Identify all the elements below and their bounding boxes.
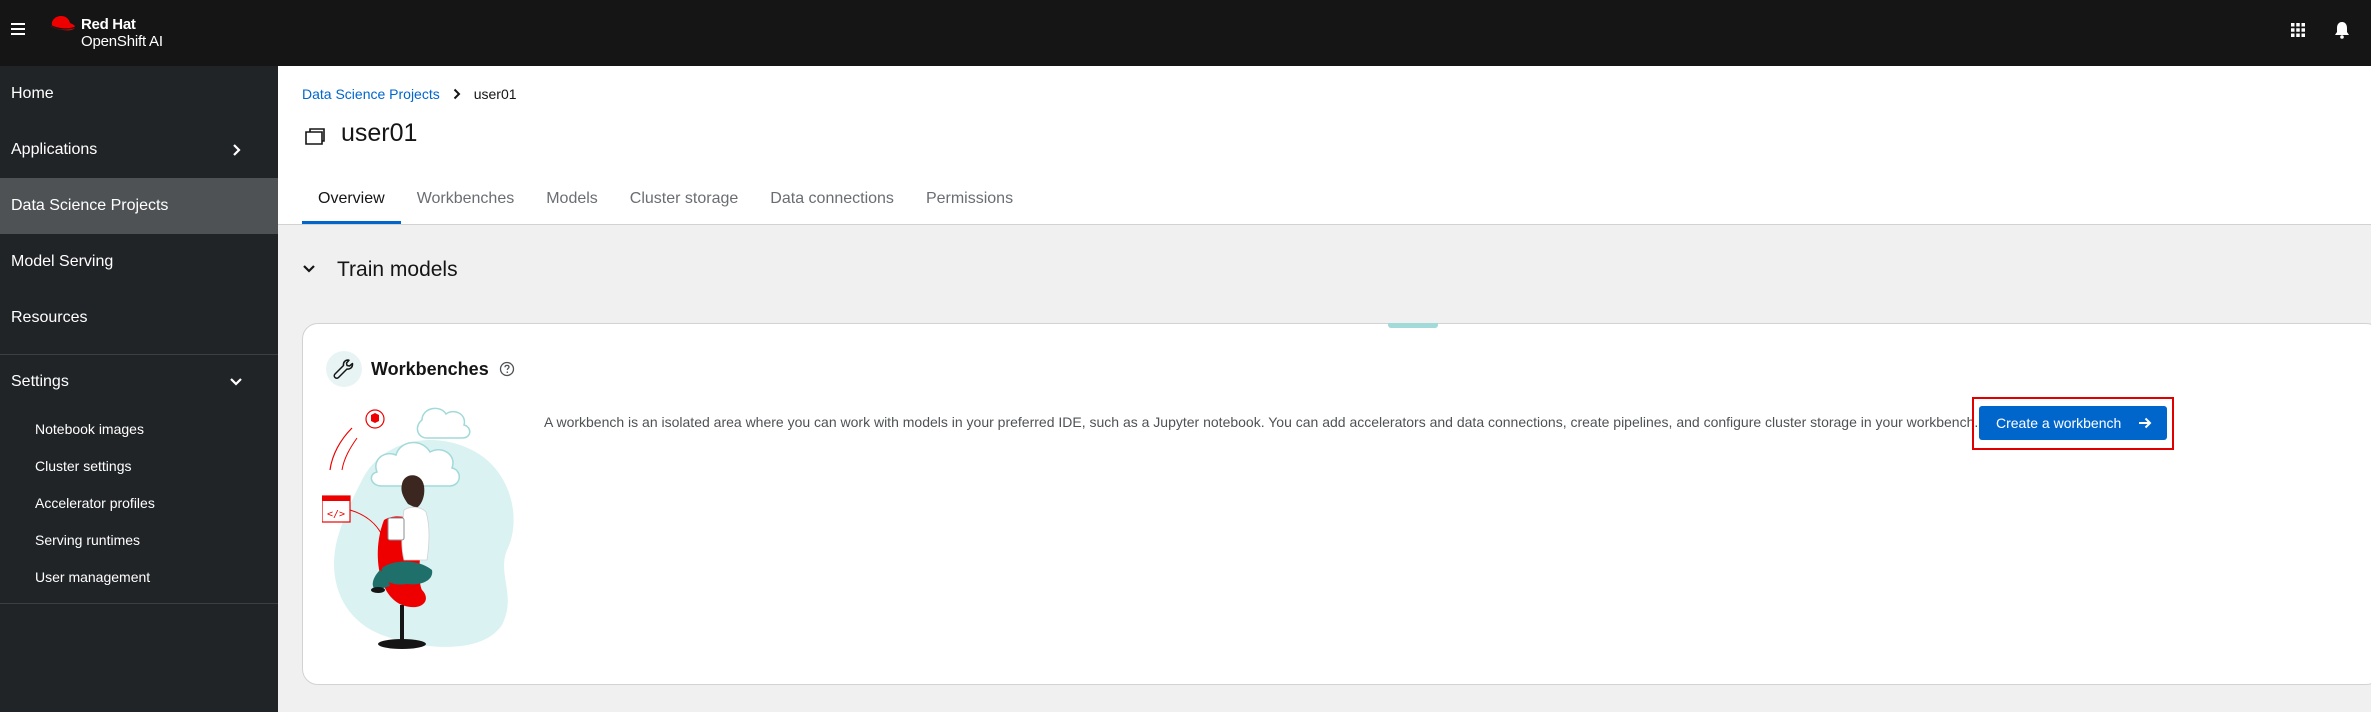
- tab-models[interactable]: Models: [530, 184, 614, 224]
- bell-icon[interactable]: [2334, 21, 2350, 39]
- sidebar-item-label: Applications: [11, 141, 98, 158]
- sidebar-item-applications[interactable]: Applications: [0, 122, 278, 178]
- create-workbench-button[interactable]: Create a workbench: [1979, 406, 2167, 440]
- breadcrumb-link-projects[interactable]: Data Science Projects: [302, 86, 440, 102]
- workbench-illustration: </>: [322, 407, 514, 649]
- sidebar-item-resources[interactable]: Resources: [0, 290, 278, 346]
- breadcrumb-separator-icon: [453, 88, 461, 100]
- sidebar-nav: Home Applications Data Science Projects …: [0, 66, 278, 712]
- subnav-item-cluster-settings[interactable]: Cluster settings: [35, 458, 131, 474]
- sidebar-item-settings[interactable]: Settings: [0, 354, 278, 410]
- subnav-item-notebook-images[interactable]: Notebook images: [35, 421, 144, 437]
- breadcrumb-current: user01: [473, 86, 517, 102]
- section-title-train-models[interactable]: Train models: [337, 258, 458, 282]
- workbenches-description: A workbench is an isolated area where yo…: [544, 414, 1979, 430]
- brand-logo[interactable]: Red Hat OpenShift AI: [48, 12, 188, 52]
- sidebar-item-label: Home: [11, 85, 54, 102]
- sidebar-item-label: Data Science Projects: [11, 197, 169, 214]
- workbenches-title: Workbenches: [371, 359, 489, 379]
- create-workbench-label: Create a workbench: [1996, 415, 2122, 431]
- chevron-down-icon: [230, 378, 242, 386]
- workbenches-card: [302, 323, 2371, 685]
- nav-divider: [0, 603, 278, 604]
- product-name: OpenShift AI: [81, 33, 163, 50]
- page-header: Data Science Projects user01 user01 Over…: [278, 66, 2371, 225]
- project-tabs: Overview Workbenches Models Cluster stor…: [302, 184, 1029, 225]
- sidebar-item-label: Model Serving: [11, 253, 114, 270]
- app-launcher-icon[interactable]: [2290, 22, 2306, 38]
- masthead: Red Hat OpenShift AI: [0, 0, 2371, 66]
- brand-name: Red Hat: [81, 16, 136, 33]
- subnav-item-serving-runtimes[interactable]: Serving runtimes: [35, 532, 140, 548]
- help-icon[interactable]: [499, 361, 515, 377]
- tab-data-connections[interactable]: Data connections: [754, 184, 910, 224]
- sidebar-item-data-science-projects[interactable]: Data Science Projects: [0, 178, 278, 234]
- chevron-right-icon: [233, 144, 241, 156]
- sidebar-item-label: Resources: [11, 309, 88, 326]
- project-icon: [305, 128, 325, 145]
- sidebar-item-home[interactable]: Home: [0, 66, 278, 122]
- svg-text:</>: </>: [327, 509, 345, 520]
- tab-workbenches[interactable]: Workbenches: [401, 184, 531, 224]
- sidebar-item-label: Settings: [11, 373, 69, 390]
- chevron-down-icon[interactable]: [302, 262, 316, 276]
- tab-cluster-storage[interactable]: Cluster storage: [614, 184, 755, 224]
- wrench-icon: [326, 351, 362, 387]
- page-title: user01: [341, 119, 418, 147]
- tab-overview[interactable]: Overview: [302, 184, 401, 224]
- subnav-item-accelerator-profiles[interactable]: Accelerator profiles: [35, 495, 155, 511]
- redhat-logo: [49, 16, 76, 31]
- tab-permissions[interactable]: Permissions: [910, 184, 1029, 224]
- subnav-item-user-management[interactable]: User management: [35, 569, 150, 585]
- sidebar-item-model-serving[interactable]: Model Serving: [0, 234, 278, 290]
- breadcrumb: Data Science Projects user01: [302, 86, 517, 102]
- hamburger-icon[interactable]: [11, 23, 25, 35]
- card-marker: [1388, 323, 1438, 328]
- arrow-right-icon: [2139, 417, 2152, 429]
